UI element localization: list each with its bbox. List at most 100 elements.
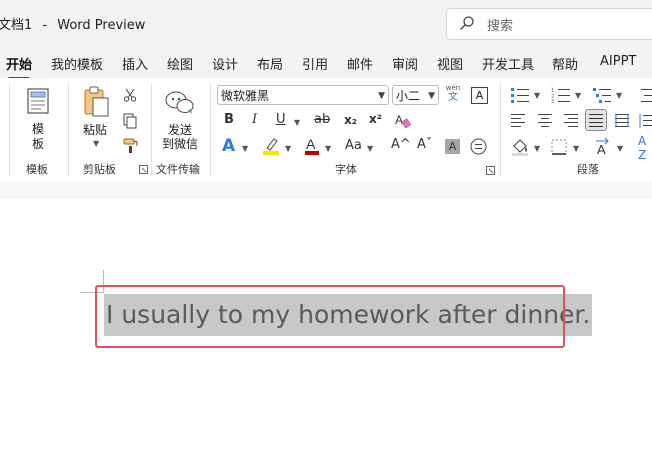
font-color-icon[interactable]: A	[304, 136, 320, 156]
text-effects-button[interactable]: A	[222, 136, 235, 156]
shrink-font-button[interactable]: Aˇ	[417, 137, 432, 152]
strikethrough-button[interactable]: ab	[314, 112, 330, 127]
tab-developer[interactable]: 开发工具	[482, 54, 534, 73]
decrease-indent-icon[interactable]	[638, 87, 652, 103]
document-name: 文档1	[0, 18, 33, 33]
font-color-dropdown-icon[interactable]: ▼	[325, 144, 331, 153]
search-placeholder: 搜索	[487, 19, 514, 34]
dialog-launcher-icon[interactable]	[486, 166, 495, 175]
paste-label: 粘贴	[83, 123, 108, 137]
wechat-icon	[165, 91, 194, 114]
dialog-launcher-icon[interactable]	[139, 165, 148, 174]
font-size-value: 小二	[396, 89, 421, 103]
justify-button[interactable]	[585, 109, 607, 131]
superscript-button[interactable]: x²	[369, 112, 382, 126]
sort-icon[interactable]: AZ	[638, 134, 646, 162]
character-shading-button[interactable]: A	[445, 139, 460, 154]
phonetic-guide-top: wén	[445, 84, 461, 92]
app-name: Word Preview	[57, 18, 146, 33]
cut-icon[interactable]	[123, 88, 137, 102]
bullets-icon[interactable]	[510, 87, 530, 103]
template-icon	[27, 88, 49, 114]
tab-insert[interactable]: 插入	[122, 54, 148, 73]
font-size-dropdown[interactable]: 小二 ▼	[392, 85, 439, 105]
highlight-color-swatch	[263, 151, 279, 155]
change-case-dropdown-icon[interactable]: ▼	[367, 144, 373, 153]
align-left-icon[interactable]	[510, 113, 526, 127]
justify-icon	[589, 114, 603, 127]
text-effects-dropdown-icon[interactable]: ▼	[242, 144, 248, 153]
search-box[interactable]: 搜索	[446, 8, 652, 40]
paste-dropdown-icon[interactable]: ▼	[93, 139, 99, 148]
tab-references[interactable]: 引用	[302, 54, 328, 73]
search-icon	[460, 16, 474, 30]
chevron-down-icon: ▼	[428, 91, 435, 101]
svg-text:A: A	[395, 113, 403, 127]
copy-icon[interactable]	[123, 113, 137, 129]
tab-aippt[interactable]: AIPPT	[600, 54, 636, 69]
annotation-highlight-box	[95, 285, 565, 348]
numbering-icon[interactable]: 1 2 3	[551, 87, 571, 103]
font-group-label: 字体	[335, 163, 357, 176]
borders-icon[interactable]	[551, 139, 567, 155]
svg-text:A: A	[597, 142, 606, 155]
tab-home[interactable]: 开始	[6, 54, 32, 80]
bullets-dropdown-icon[interactable]: ▼	[534, 91, 540, 100]
distributed-icon[interactable]	[614, 113, 630, 129]
paste-icon	[84, 86, 109, 117]
multilevel-dropdown-icon[interactable]: ▼	[616, 91, 622, 100]
template-group-label: 模板	[26, 163, 48, 176]
highlight-color-icon[interactable]	[262, 136, 280, 156]
tab-design[interactable]: 设计	[212, 54, 238, 73]
underline-dropdown-icon[interactable]: ▼	[294, 118, 300, 127]
align-center-icon[interactable]	[537, 113, 553, 127]
underline-button[interactable]: U	[276, 112, 286, 127]
group-separator	[68, 84, 69, 176]
tab-my-templates[interactable]: 我的模板	[51, 54, 103, 73]
numbering-dropdown-icon[interactable]: ▼	[575, 91, 581, 100]
tab-draw[interactable]: 绘图	[167, 54, 193, 73]
ribbon-tabs: 开始 我的模板 插入 绘图 设计 布局 引用 邮件 审阅 视图 开发工具 帮助 …	[0, 46, 652, 80]
character-border-button[interactable]: A	[471, 87, 488, 104]
shading-icon[interactable]	[511, 138, 529, 156]
phonetic-guide-button[interactable]: wén 文	[445, 84, 461, 106]
format-painter-icon[interactable]	[123, 138, 139, 154]
tab-help[interactable]: 帮助	[552, 54, 578, 73]
tab-review[interactable]: 审阅	[392, 54, 418, 73]
group-separator	[151, 84, 152, 176]
multilevel-list-icon[interactable]	[592, 87, 612, 103]
clear-formatting-icon[interactable]: A	[394, 112, 411, 129]
group-separator	[500, 84, 501, 176]
font-name-dropdown[interactable]: 微软雅黑 ▼	[217, 85, 389, 105]
enclose-characters-icon[interactable]	[470, 138, 487, 155]
tab-view[interactable]: 视图	[437, 54, 463, 73]
template-label-2: 板	[32, 137, 45, 151]
paragraph-group-label: 段落	[577, 163, 599, 176]
ribbon: 模 板 模板 粘贴 ▼ 剪贴板 发送 到微信 文件传输 微软雅黑 ▼ 小二 ▼ …	[0, 78, 652, 183]
font-name-value: 微软雅黑	[221, 89, 270, 103]
group-separator	[9, 84, 10, 176]
svg-text:3: 3	[551, 99, 554, 103]
grow-font-button[interactable]: A^	[391, 137, 411, 152]
clipboard-group-label: 剪贴板	[83, 163, 116, 176]
tab-mailings[interactable]: 邮件	[347, 54, 373, 73]
phonetic-guide-bottom: 文	[448, 92, 458, 103]
window-title: 文档1 - Word Preview	[0, 14, 145, 33]
title-bar: 文档1 - Word Preview 搜索	[0, 0, 652, 46]
tab-layout[interactable]: 布局	[257, 54, 283, 73]
shading-dropdown-icon[interactable]: ▼	[534, 144, 540, 153]
send-label-2: 到微信	[162, 137, 199, 151]
italic-button[interactable]: I	[252, 112, 257, 127]
borders-dropdown-icon[interactable]: ▼	[573, 144, 579, 153]
line-spacing-icon[interactable]	[638, 113, 652, 129]
bold-button[interactable]: B	[224, 112, 234, 127]
subscript-button[interactable]: x₂	[344, 113, 357, 127]
text-direction-icon[interactable]: A	[594, 137, 614, 155]
text-direction-dropdown-icon[interactable]: ▼	[617, 144, 623, 153]
align-right-icon[interactable]	[563, 113, 579, 127]
ruler-gap	[0, 182, 652, 199]
highlight-dropdown-icon[interactable]: ▼	[285, 144, 291, 153]
change-case-button[interactable]: Aa	[345, 138, 362, 153]
svg-text:A: A	[306, 136, 316, 152]
file-transfer-group-label: 文件传输	[156, 163, 200, 176]
